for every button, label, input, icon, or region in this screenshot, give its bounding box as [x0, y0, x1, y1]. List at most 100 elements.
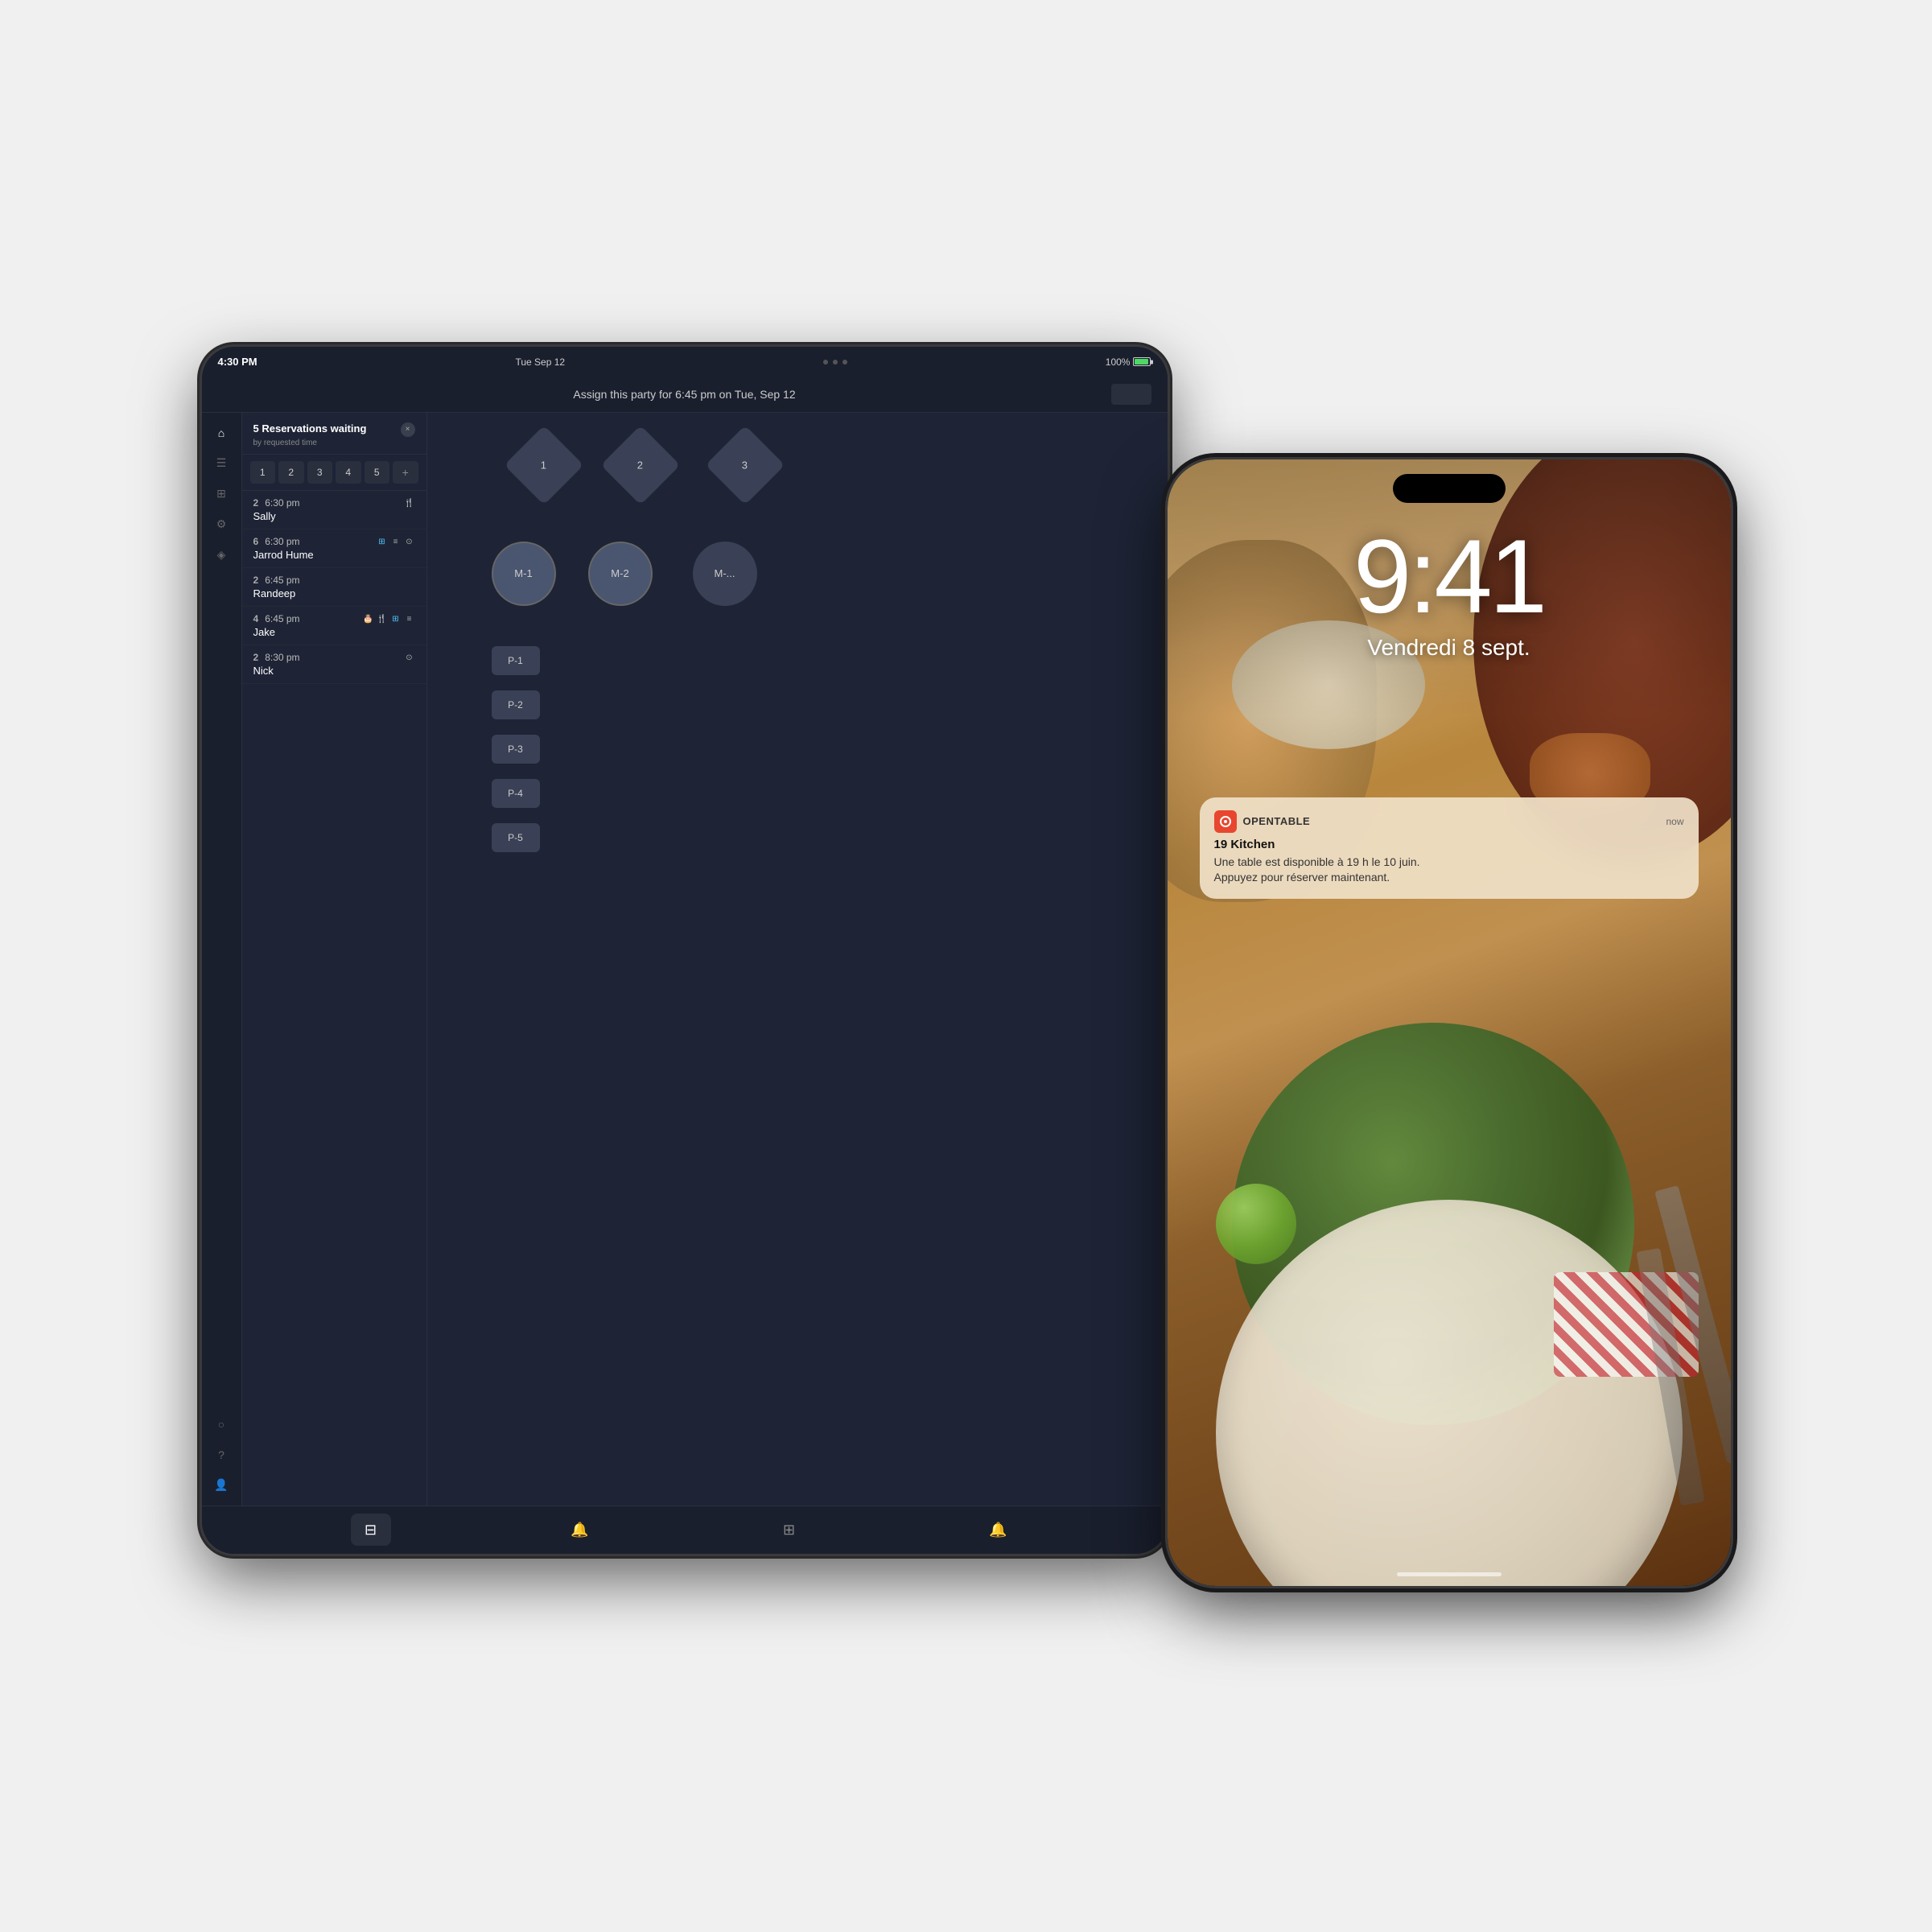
lime	[1216, 1184, 1296, 1264]
sidebar-icon-layout[interactable]: ⊞	[209, 482, 233, 506]
sidebar-icon-user[interactable]: 👤	[209, 1473, 233, 1497]
ipad-header-title: Assign this party for 6:45 pm on Tue, Se…	[573, 388, 795, 401]
ipad-date: Tue Sep 12	[515, 356, 565, 368]
sidebar-icon-help[interactable]: ?	[209, 1443, 233, 1467]
res-icons-sally: 🍴	[404, 497, 415, 509]
table-p1[interactable]: P-1	[492, 646, 540, 675]
party-tab-plus[interactable]: +	[393, 461, 418, 484]
reservations-panel: 5 Reservations waiting by requested time…	[242, 413, 427, 1506]
sidebar-icon-list[interactable]: ☰	[209, 451, 233, 476]
table-3[interactable]: 3	[705, 425, 785, 505]
notification-card[interactable]: OPENTABLE now 19 Kitchen Une table est d…	[1200, 797, 1699, 899]
iphone-device: 9:41 Vendredi 8 sept. OPENTABLE	[1168, 459, 1731, 1586]
table-1[interactable]: 1	[504, 425, 583, 505]
battery-fill	[1135, 359, 1148, 365]
table-p2-label: P-2	[508, 699, 523, 711]
table-p3[interactable]: P-3	[492, 735, 540, 764]
res-icons-jake: 🎂 🍴 ⊞ ≡	[363, 613, 415, 624]
table-1-label: 1	[541, 459, 546, 471]
table-m3[interactable]: M-...	[693, 542, 757, 606]
iphone-screen: 9:41 Vendredi 8 sept. OPENTABLE	[1168, 459, 1731, 1586]
table-m2[interactable]: M-2	[588, 542, 653, 606]
ipad-header-button[interactable]	[1111, 384, 1151, 405]
res-name-sally: Sally	[253, 510, 415, 522]
notification-header: OPENTABLE now	[1214, 810, 1684, 833]
table-p4[interactable]: P-4	[492, 779, 540, 808]
res-time-nick: 8:30 pm	[265, 652, 299, 663]
res-name-jake: Jake	[253, 626, 415, 638]
sidebar-icon-settings[interactable]: ⚙	[209, 513, 233, 537]
res-name-randeep: Randeep	[253, 587, 415, 599]
sidebar-icon-profile[interactable]: ○	[209, 1412, 233, 1436]
table-p5[interactable]: P-5	[492, 823, 540, 852]
ipad-device: 4:30 PM Tue Sep 12 100% Assign this part…	[202, 347, 1168, 1554]
table-m1[interactable]: M-1	[492, 542, 556, 606]
sidebar-icon-home[interactable]: ⌂	[209, 421, 233, 445]
notification-body-text: Une table est disponible à 19 h le 10 ju…	[1214, 855, 1420, 884]
ipad-header: Assign this party for 6:45 pm on Tue, Se…	[202, 377, 1168, 413]
ipad-body: ⌂ ☰ ⊞ ⚙ ◈ ○ ? 👤 5 Reservations waiting b…	[202, 413, 1168, 1506]
ipad-time: 4:30 PM	[218, 356, 257, 368]
res-icons-jarrod: ⊞ ≡ ⊙	[377, 536, 415, 547]
ipad-bottom-bar: ⊟ 🔔 ⊞ 🔔	[202, 1506, 1168, 1554]
panel-close-button[interactable]: ×	[401, 422, 415, 437]
bottom-tab-more[interactable]: 🔔	[978, 1514, 1019, 1546]
res-size-jarrod: 6	[253, 536, 259, 547]
reservation-list: 2 6:30 pm 🍴 Sally 6	[242, 491, 426, 1505]
iphone-notch	[1393, 474, 1506, 503]
res-time-jarrod: 6:30 pm	[265, 536, 299, 547]
reservation-item-jarrod[interactable]: 6 6:30 pm ⊞ ≡ ⊙ Jarrod Hume	[242, 529, 426, 568]
notification-body: Une table est disponible à 19 h le 10 ju…	[1214, 855, 1684, 886]
list-icon-jarrod: ≡	[390, 536, 402, 547]
res-size-nick: 2	[253, 652, 259, 663]
iphone-clock: 9:41	[1168, 524, 1731, 628]
ipad-battery: 100%	[1106, 356, 1151, 368]
party-tab-3[interactable]: 3	[307, 461, 333, 484]
res-size-randeep: 2	[253, 575, 259, 586]
party-tab-4[interactable]: 4	[336, 461, 361, 484]
table-icon-jarrod: ⊞	[377, 536, 388, 547]
bottom-tab-notifications[interactable]: 🔔	[560, 1514, 600, 1546]
ipad-camera-dots	[823, 360, 847, 365]
table-p2[interactable]: P-2	[492, 690, 540, 719]
ipad-status-bar: 4:30 PM Tue Sep 12 100%	[202, 347, 1168, 377]
reservation-item-nick[interactable]: 2 8:30 pm ⊙ Nick	[242, 645, 426, 684]
party-tab-1[interactable]: 1	[250, 461, 276, 484]
reservation-item-randeep[interactable]: 2 6:45 pm Randeep	[242, 568, 426, 607]
res-size-jake: 4	[253, 613, 259, 624]
iphone-date: Vendredi 8 sept.	[1168, 635, 1731, 661]
notification-app: OPENTABLE	[1214, 810, 1311, 833]
table-m2-label: M-2	[611, 567, 628, 579]
sidebar-icon-location[interactable]: ◈	[209, 543, 233, 567]
party-tabs: 1 2 3 4 5 +	[242, 455, 426, 491]
table-p1-label: P-1	[508, 655, 523, 666]
iphone-time-display: 9:41 Vendredi 8 sept.	[1168, 524, 1731, 661]
bottom-tab-layout[interactable]: ⊞	[769, 1514, 809, 1546]
party-tab-2[interactable]: 2	[278, 461, 304, 484]
party-tab-5[interactable]: 5	[365, 461, 390, 484]
bottom-tab-reservations[interactable]: ⊟	[351, 1514, 391, 1546]
battery-icon	[1133, 357, 1151, 366]
opentable-icon	[1214, 810, 1237, 833]
table-2-label: 2	[637, 459, 643, 471]
table-2[interactable]: 2	[600, 425, 680, 505]
birthday-icon-jake: 🎂	[363, 613, 374, 624]
table-m1-label: M-1	[514, 567, 532, 579]
camera-icon-jarrod: ⊙	[404, 536, 415, 547]
res-time-jake: 6:45 pm	[265, 613, 299, 624]
table-m3-label: M-...	[715, 567, 735, 579]
res-name-jarrod: Jarrod Hume	[253, 549, 415, 561]
table-icon-jake: ⊞	[390, 613, 402, 624]
res-time-randeep: 6:45 pm	[265, 575, 299, 586]
scene: 4:30 PM Tue Sep 12 100% Assign this part…	[202, 282, 1731, 1650]
panel-title: 5 Reservations waiting	[253, 422, 367, 435]
iphone-home-indicator	[1397, 1572, 1502, 1576]
reservation-item-jake[interactable]: 4 6:45 pm 🎂 🍴 ⊞ ≡ Jake	[242, 607, 426, 645]
floor-plan: 1 2 3 M-1 M-2 M-...	[427, 413, 1168, 1506]
fork-icon-jake: 🍴	[377, 613, 388, 624]
res-time-sally: 6:30 pm	[265, 497, 299, 509]
table-3-label: 3	[742, 459, 748, 471]
notification-title: 19 Kitchen	[1214, 838, 1684, 851]
reservation-item-sally[interactable]: 2 6:30 pm 🍴 Sally	[242, 491, 426, 529]
camera-icon-nick: ⊙	[404, 652, 415, 663]
